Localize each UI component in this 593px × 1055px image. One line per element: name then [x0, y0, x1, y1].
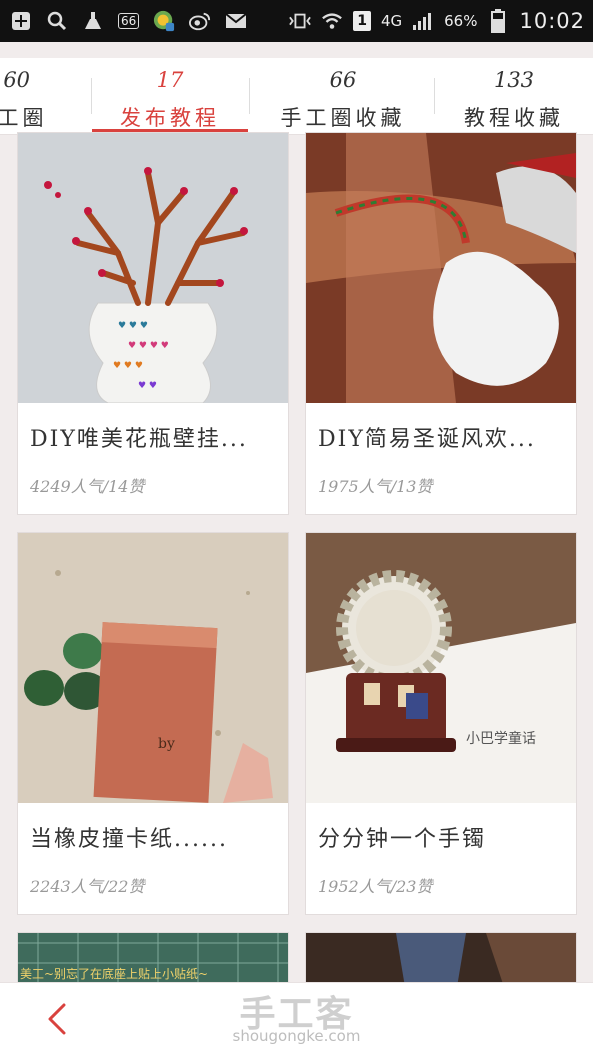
thumbnail-caption: 美工~别忘了在底座上贴上小贴纸~ [20, 967, 209, 981]
battery-percent: 66% [444, 12, 478, 30]
search-icon [46, 11, 68, 31]
tutorial-stats: 4249人气/14赞 [30, 477, 145, 496]
tutorial-thumbnail: ♥ ♥ ♥ ♥ ♥ ♥ ♥ ♥ ♥ ♥ ♥ ♥ [18, 133, 288, 403]
tab-count: 17 [156, 68, 184, 92]
watermark-url: shougongke.com [232, 1027, 361, 1045]
vibrate-icon [289, 11, 312, 31]
signal-icon [412, 11, 434, 31]
clock: 10:02 [519, 9, 585, 33]
tutorial-stats: 2243人气/22赞 [30, 877, 145, 896]
tab-handmade-circle[interactable]: 160 手工圈 [0, 58, 90, 134]
tab-label: 教程收藏 [464, 106, 564, 130]
tab-count: 66 [329, 68, 357, 92]
tutorial-card[interactable]: by 当橡皮撞卡纸...... 2243人气/22赞 [17, 532, 289, 915]
svg-text:♥ ♥: ♥ ♥ [138, 381, 157, 391]
network-type: 4G [380, 12, 403, 30]
tutorial-card[interactable]: ♥ ♥ ♥ ♥ ♥ ♥ ♥ ♥ ♥ ♥ ♥ ♥ DIY唯美花瓶壁挂... 424… [17, 132, 289, 515]
wifi-icon [321, 11, 343, 31]
app-icon [153, 10, 175, 32]
svg-text:小巴学童话: 小巴学童话 [466, 730, 536, 747]
svg-text:by: by [158, 736, 175, 752]
tutorial-title: DIY简易圣诞风欢... [318, 427, 536, 452]
tab-circle-favorites[interactable]: 66 手工圈收藏 [262, 58, 424, 134]
tutorial-title: DIY唯美花瓶壁挂... [30, 427, 248, 452]
tab-label: 手工圈 [0, 106, 48, 130]
tab-label: 手工圈收藏 [280, 106, 406, 130]
weibo-icon [189, 11, 211, 31]
tutorial-thumbnail [306, 133, 576, 403]
svg-text:♥ ♥ ♥: ♥ ♥ ♥ [118, 321, 148, 331]
tutorial-title: 分分钟一个手镯 [318, 827, 487, 852]
tab-label: 发布教程 [120, 106, 220, 130]
tab-tutorial-favorites[interactable]: 133 教程收藏 [440, 58, 588, 134]
tutorial-thumbnail: 小巴学童话 [306, 533, 576, 803]
battery-icon [487, 9, 509, 33]
svg-text:♥ ♥ ♥: ♥ ♥ ♥ [113, 361, 143, 371]
bottom-bar: 手工客 shougongke.com [0, 982, 593, 1055]
tab-divider [434, 78, 435, 114]
clean-icon [82, 11, 104, 31]
tab-divider [249, 78, 250, 114]
status-bar: 66 1 4G 66% 10:02 [0, 0, 593, 42]
tutorial-card[interactable]: 小巴学童话 分分钟一个手镯 1952人气/23赞 [305, 532, 577, 915]
mail-icon [225, 11, 247, 31]
tab-count: 160 [0, 68, 31, 92]
tutorial-stats: 1952人气/23赞 [318, 877, 433, 896]
tab-bar: 160 手工圈 17 发布教程 66 手工圈收藏 133 教程收藏 [0, 58, 593, 135]
tab-published-tutorials[interactable]: 17 发布教程 [92, 58, 248, 134]
tutorial-title: 当橡皮撞卡纸...... [30, 827, 228, 852]
sim-badge: 1 [353, 11, 371, 31]
tutorial-card[interactable]: DIY简易圣诞风欢... 1975人气/13赞 [305, 132, 577, 515]
tutorial-thumbnail: by [18, 533, 288, 803]
tutorial-stats: 1975人气/13赞 [318, 477, 433, 496]
tab-count: 133 [493, 68, 535, 92]
add-icon [10, 11, 32, 31]
notification-count: 66 [118, 13, 140, 29]
svg-text:♥ ♥ ♥ ♥: ♥ ♥ ♥ ♥ [128, 341, 169, 351]
